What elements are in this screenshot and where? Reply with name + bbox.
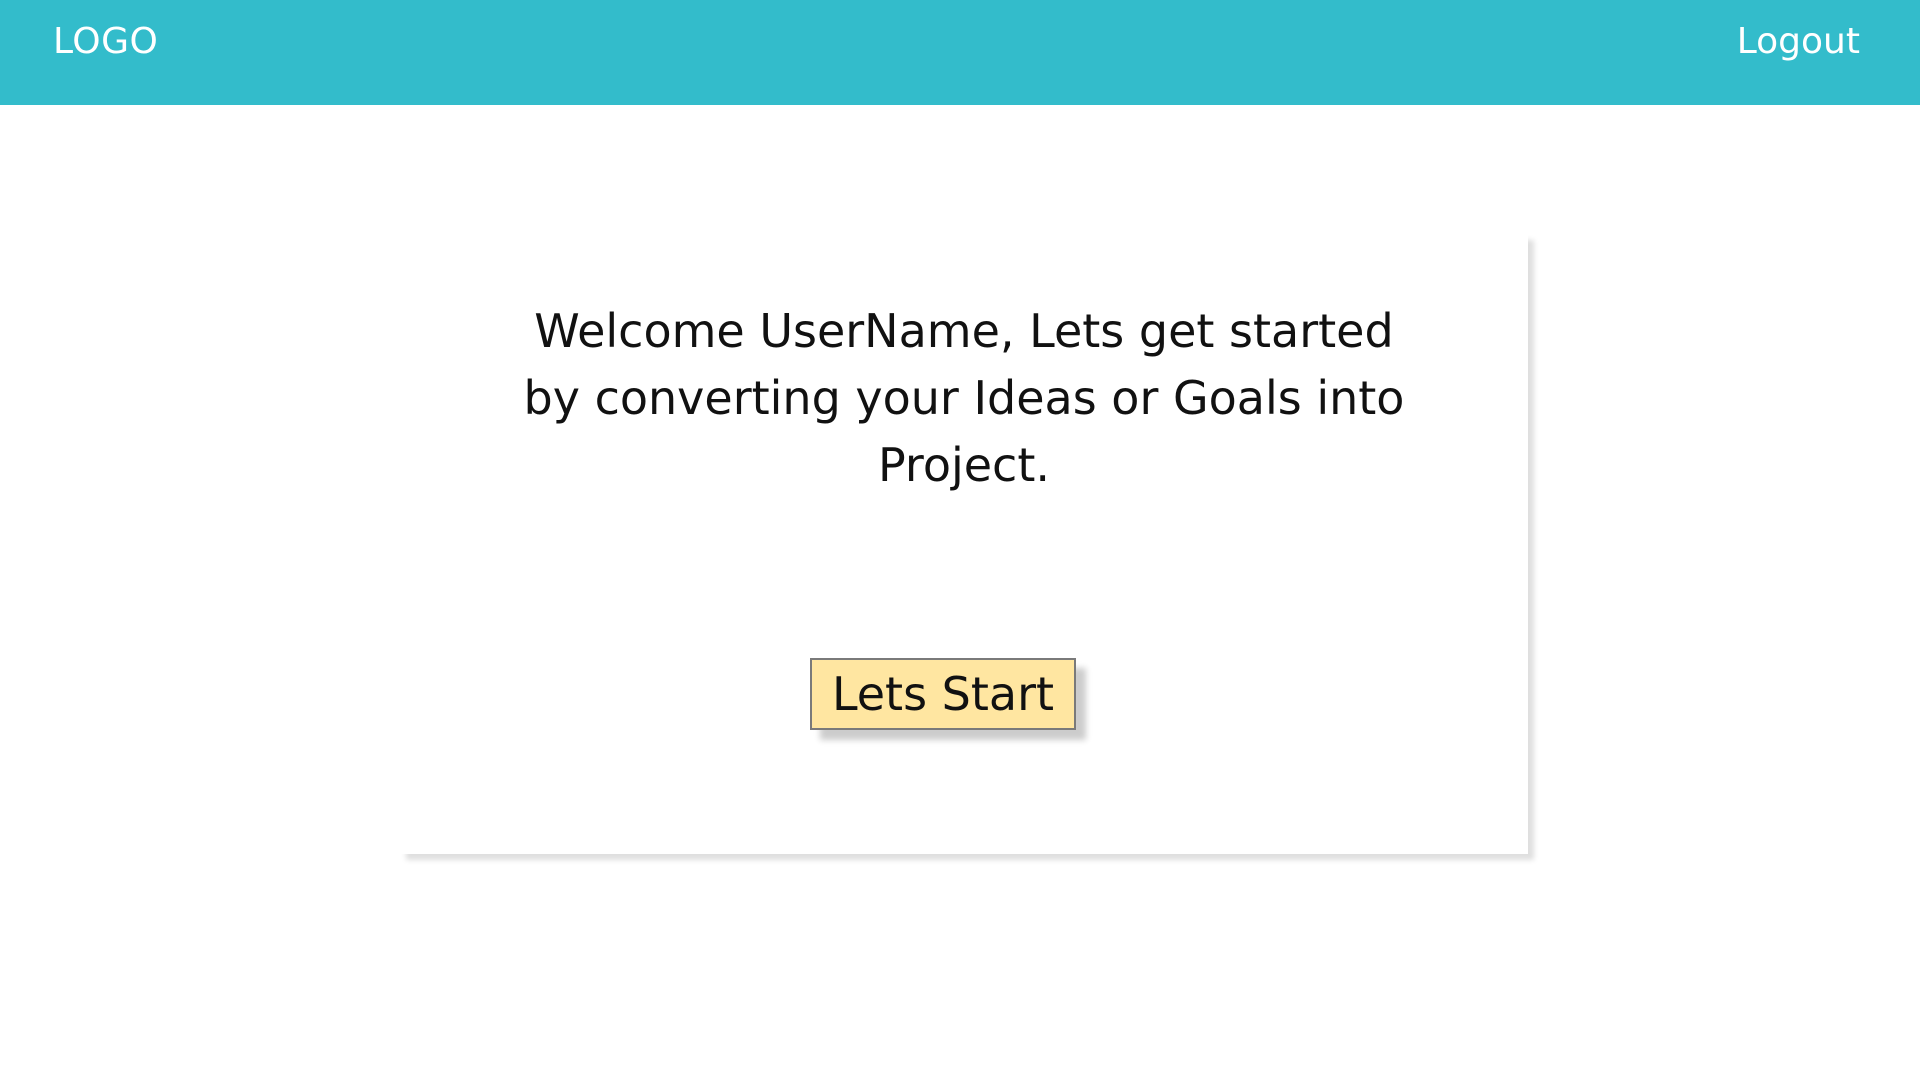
- welcome-message: Welcome UserName, Lets get started by co…: [523, 304, 1405, 492]
- top-navigation-bar: LOGO Logout: [0, 0, 1920, 105]
- welcome-card: Welcome UserName, Lets get started by co…: [400, 234, 1528, 854]
- logout-link[interactable]: Logout: [1737, 18, 1860, 66]
- welcome-message-container: Welcome UserName, Lets get started by co…: [400, 298, 1528, 499]
- lets-start-button[interactable]: Lets Start: [810, 658, 1076, 730]
- logo[interactable]: LOGO: [53, 18, 158, 66]
